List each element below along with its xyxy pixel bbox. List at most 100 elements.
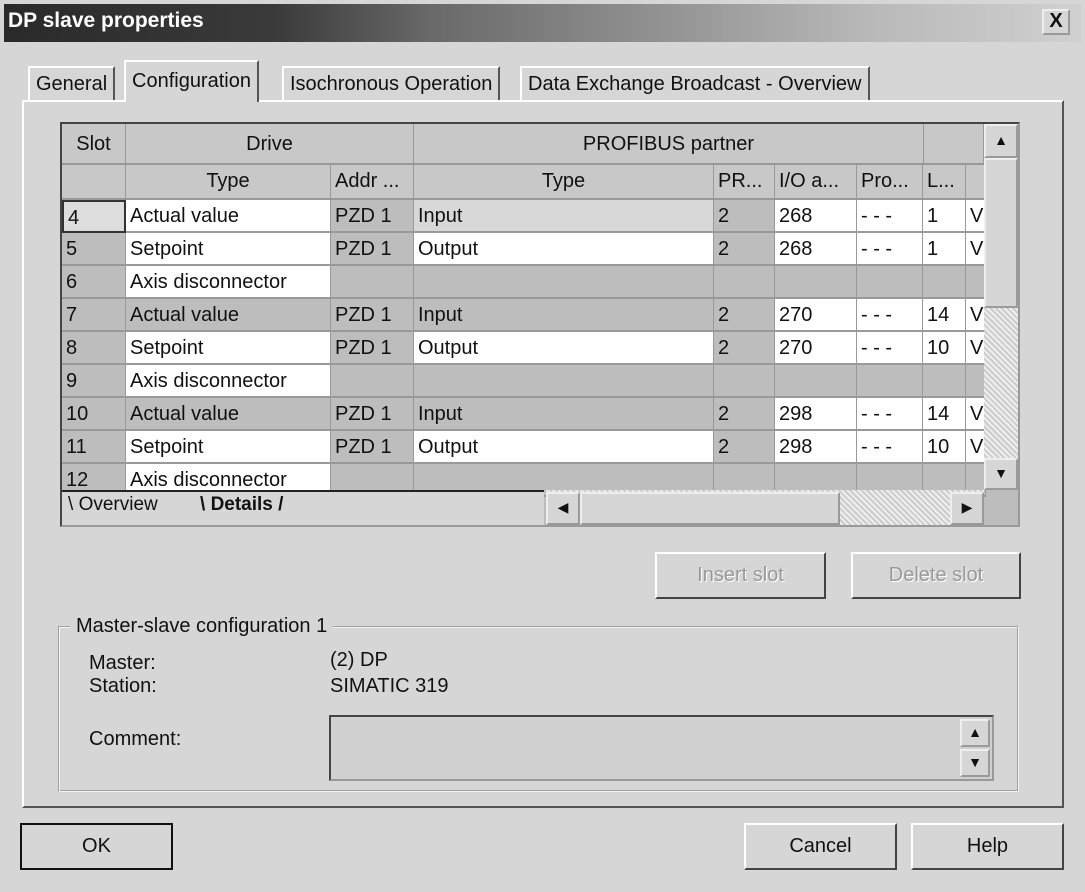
cancel-button[interactable]: Cancel: [744, 823, 897, 870]
cell-drive-type[interactable]: Actual value: [126, 299, 331, 332]
cell-l[interactable]: [923, 266, 966, 299]
cell-u[interactable]: V: [966, 299, 986, 332]
cell-slot[interactable]: 4: [62, 200, 126, 233]
cell-drive-type[interactable]: Axis disconnector: [126, 266, 331, 299]
cell-l[interactable]: 14: [923, 299, 966, 332]
scroll-up-button[interactable]: ▲: [984, 124, 1018, 158]
column-address[interactable]: Addr ...: [331, 165, 414, 200]
help-button[interactable]: Help: [911, 823, 1064, 870]
delete-slot-button[interactable]: Delete slot: [851, 552, 1021, 599]
insert-slot-button[interactable]: Insert slot: [655, 552, 826, 599]
cell-pr[interactable]: 2: [714, 233, 775, 266]
cell-addr[interactable]: [331, 266, 414, 299]
cell-pr[interactable]: 2: [714, 332, 775, 365]
cell-slot[interactable]: 8: [62, 332, 126, 365]
tab-general[interactable]: General: [28, 66, 116, 102]
cell-addr[interactable]: PZD 1: [331, 299, 414, 332]
cell-addr[interactable]: PZD 1: [331, 332, 414, 365]
cell-u[interactable]: V: [966, 431, 986, 464]
cell-io[interactable]: [775, 266, 857, 299]
cell-drive-type[interactable]: Setpoint: [126, 332, 331, 365]
cell-io[interactable]: 268: [775, 200, 857, 233]
horizontal-scroll-thumb[interactable]: [580, 492, 840, 525]
cell-pro[interactable]: - - -: [857, 200, 923, 233]
cell-drive-type[interactable]: Axis disconnector: [126, 365, 331, 398]
cell-l[interactable]: 1: [923, 200, 966, 233]
cell-slot[interactable]: 10: [62, 398, 126, 431]
sheet-tab-details[interactable]: \ Details /: [200, 494, 283, 516]
column-partner-type[interactable]: Type: [414, 165, 714, 200]
column-drive-type[interactable]: Type: [126, 165, 331, 200]
cell-addr[interactable]: PZD 1: [331, 233, 414, 266]
scroll-left-button[interactable]: ◀: [546, 492, 580, 525]
cell-pro[interactable]: - - -: [857, 431, 923, 464]
cell-addr[interactable]: PZD 1: [331, 431, 414, 464]
cell-l[interactable]: 10: [923, 332, 966, 365]
cell-u[interactable]: [966, 266, 986, 299]
tab-isochronous-operation[interactable]: Isochronous Operation: [282, 66, 501, 102]
cell-l[interactable]: [923, 365, 966, 398]
cell-type[interactable]: [414, 365, 714, 398]
comment-scroll-down[interactable]: ▼: [960, 749, 990, 777]
cell-l[interactable]: 1: [923, 233, 966, 266]
cell-io[interactable]: [775, 365, 857, 398]
cell-pro[interactable]: - - -: [857, 233, 923, 266]
scroll-right-button[interactable]: ▶: [950, 492, 984, 525]
cell-type[interactable]: Input: [414, 299, 714, 332]
cell-pr[interactable]: [714, 266, 775, 299]
vertical-scroll-thumb[interactable]: [984, 158, 1018, 308]
cell-l[interactable]: 14: [923, 398, 966, 431]
cell-slot[interactable]: 6: [62, 266, 126, 299]
cell-drive-type[interactable]: Actual value: [126, 398, 331, 431]
cell-drive-type[interactable]: Setpoint: [126, 233, 331, 266]
cell-slot[interactable]: 5: [62, 233, 126, 266]
cell-pr[interactable]: 2: [714, 398, 775, 431]
cell-pro[interactable]: [857, 365, 923, 398]
cell-pro[interactable]: [857, 266, 923, 299]
cell-pro[interactable]: - - -: [857, 398, 923, 431]
cell-u[interactable]: V: [966, 233, 986, 266]
column-pro[interactable]: Pro...: [857, 165, 923, 200]
cell-slot[interactable]: 7: [62, 299, 126, 332]
column-length[interactable]: L...: [923, 165, 966, 200]
cell-l[interactable]: 10: [923, 431, 966, 464]
cell-type[interactable]: Input: [414, 200, 714, 233]
cell-type[interactable]: Output: [414, 332, 714, 365]
cell-u[interactable]: V: [966, 398, 986, 431]
cell-pro[interactable]: - - -: [857, 332, 923, 365]
column-pr[interactable]: PR...: [714, 165, 775, 200]
cell-u[interactable]: V: [966, 332, 986, 365]
cell-pro[interactable]: - - -: [857, 299, 923, 332]
sheet-tab-overview[interactable]: \ Overview: [68, 494, 158, 516]
cell-addr[interactable]: PZD 1: [331, 200, 414, 233]
comment-scroll-up[interactable]: ▲: [960, 719, 990, 747]
cell-drive-type[interactable]: Actual value: [126, 200, 331, 233]
column-io-address[interactable]: I/O a...: [775, 165, 857, 200]
cell-addr[interactable]: PZD 1: [331, 398, 414, 431]
tab-data-exchange-broadcast[interactable]: Data Exchange Broadcast - Overview: [520, 66, 870, 102]
comment-field[interactable]: [329, 715, 994, 781]
cell-type[interactable]: Output: [414, 431, 714, 464]
cell-io[interactable]: 270: [775, 332, 857, 365]
cell-io[interactable]: 268: [775, 233, 857, 266]
cell-type[interactable]: [414, 266, 714, 299]
cell-drive-type[interactable]: Setpoint: [126, 431, 331, 464]
slot-grid[interactable]: Slot Drive PROFIBUS partner Type Addr ..…: [60, 122, 1020, 527]
cell-pr[interactable]: [714, 365, 775, 398]
cell-u[interactable]: V: [966, 200, 986, 233]
ok-button[interactable]: OK: [20, 823, 173, 870]
cell-pr[interactable]: 2: [714, 200, 775, 233]
cell-io[interactable]: 298: [775, 398, 857, 431]
cell-slot[interactable]: 11: [62, 431, 126, 464]
cell-pr[interactable]: 2: [714, 431, 775, 464]
cell-pr[interactable]: 2: [714, 299, 775, 332]
close-button[interactable]: X: [1042, 9, 1070, 35]
cell-slot[interactable]: 9: [62, 365, 126, 398]
cell-type[interactable]: Input: [414, 398, 714, 431]
cell-io[interactable]: 270: [775, 299, 857, 332]
tab-configuration[interactable]: Configuration: [124, 60, 259, 102]
cell-u[interactable]: [966, 365, 986, 398]
cell-io[interactable]: 298: [775, 431, 857, 464]
scroll-down-button[interactable]: ▼: [984, 458, 1018, 490]
cell-addr[interactable]: [331, 365, 414, 398]
